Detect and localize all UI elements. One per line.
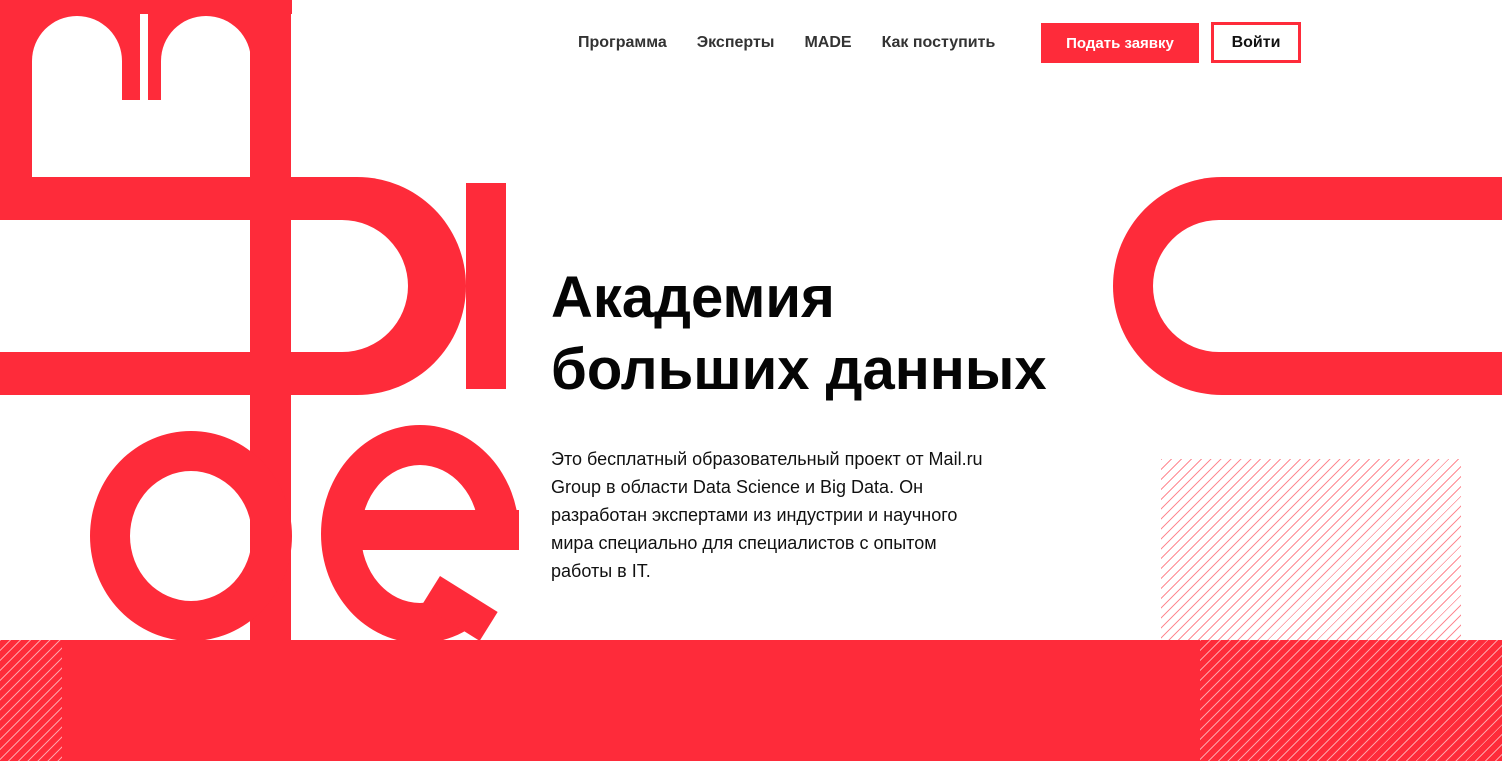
hero-title-line-1: Академия: [551, 265, 835, 330]
hero-description: Это бесплатный образовательный проект от…: [551, 449, 983, 581]
apply-button[interactable]: Подать заявку: [1041, 23, 1199, 63]
logo-e-bar: [341, 510, 519, 550]
logo-c-counter: [1153, 220, 1502, 352]
hatch-pattern-right: [1161, 459, 1461, 640]
logo-d-bowl: [90, 431, 292, 641]
nav-link-admission[interactable]: Как поступить: [882, 34, 996, 52]
nav-link-program[interactable]: Программа: [578, 34, 667, 52]
hero-title: Академия больших данных: [551, 262, 1111, 406]
nav-link-made[interactable]: MADE: [804, 34, 851, 52]
hero-title-line-2: больших данных: [551, 337, 1047, 402]
nav-link-experts[interactable]: Эксперты: [697, 34, 775, 52]
login-button[interactable]: Войти: [1211, 22, 1301, 63]
logo-a-counter: [0, 220, 408, 352]
logo-a-bar: [0, 352, 250, 395]
logo-a-stem: [466, 183, 506, 389]
logo-m-counter-right: [161, 16, 251, 177]
main-nav: Программа Эксперты MADE Как поступить: [578, 22, 1025, 63]
hatch-pattern-bottom-right: [1200, 640, 1502, 761]
landing-page: Программа Эксперты MADE Как поступить По…: [0, 0, 1502, 761]
logo-m-counter-left: [32, 16, 122, 177]
hatch-pattern-bottom-left: [0, 640, 62, 761]
